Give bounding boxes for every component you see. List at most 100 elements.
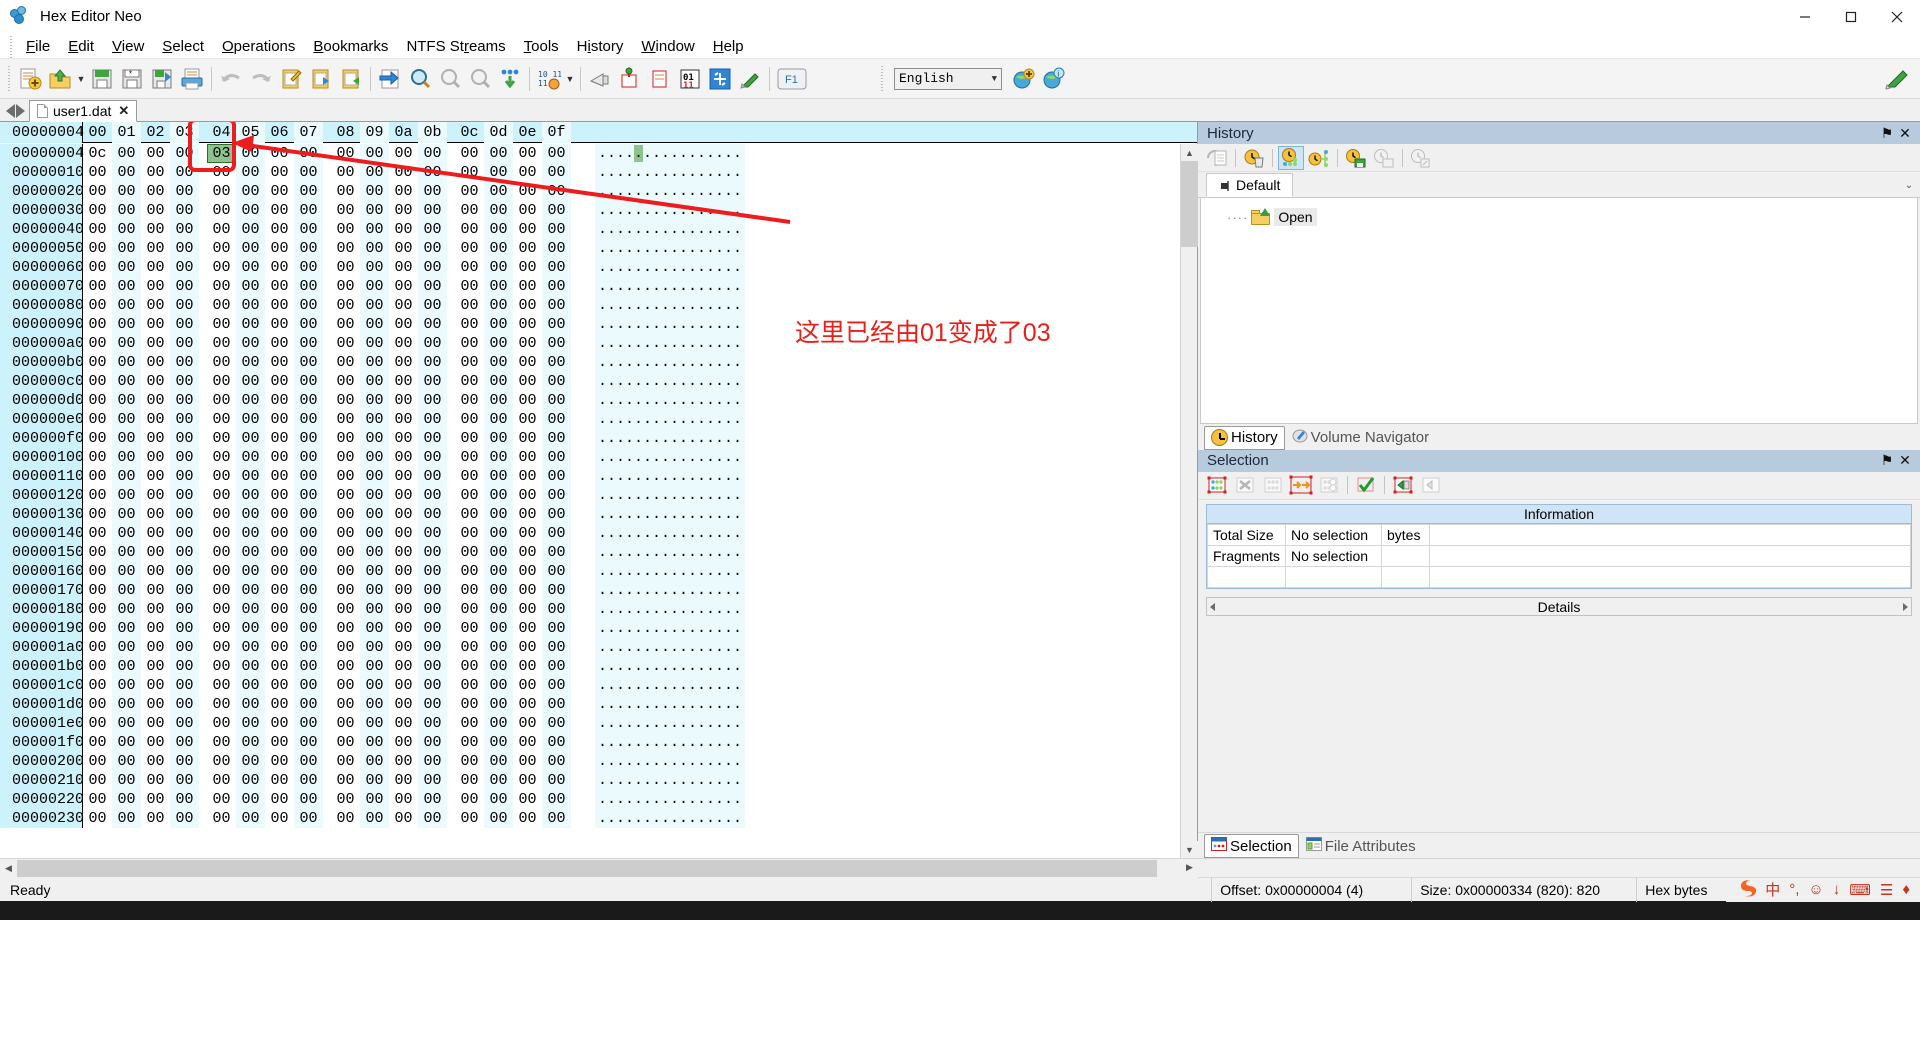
ascii-char[interactable]: .	[697, 601, 706, 618]
hex-row[interactable]: 00000010 00 00 00 00 00 00 00 00 00 00 00 00 00 00 00 00…	[0, 163, 1197, 182]
hex-byte-cell[interactable]: 00	[83, 676, 112, 695]
hex-byte-cell[interactable]: 00	[513, 809, 542, 828]
ascii-char[interactable]: .	[634, 221, 643, 238]
ascii-char[interactable]: .	[733, 525, 742, 542]
ascii-char[interactable]: .	[634, 772, 643, 789]
ascii-char[interactable]: .	[706, 164, 715, 181]
ascii-char[interactable]: .	[733, 772, 742, 789]
globe-info-icon[interactable]: i	[1038, 63, 1068, 95]
history-branch-icon[interactable]	[1306, 146, 1332, 170]
ascii-char[interactable]: .	[634, 183, 643, 200]
ascii-char[interactable]: .	[706, 506, 715, 523]
hex-byte-cell[interactable]: 00	[455, 448, 484, 467]
ascii-char[interactable]: .	[616, 221, 625, 238]
ascii-char[interactable]: .	[715, 791, 724, 808]
hex-byte-cell[interactable]: 00	[236, 448, 265, 467]
hex-byte-cell[interactable]: 00	[542, 220, 571, 239]
ascii-char[interactable]: .	[733, 411, 742, 428]
ascii-char[interactable]: .	[607, 183, 616, 200]
hex-byte-cell[interactable]: 00	[207, 809, 236, 828]
ascii-char[interactable]: .	[607, 202, 616, 219]
ascii-char[interactable]: .	[598, 411, 607, 428]
ascii-char[interactable]: .	[733, 658, 742, 675]
ascii-char[interactable]: .	[616, 373, 625, 390]
hex-byte-cell[interactable]: 00	[418, 809, 447, 828]
hex-byte-cell[interactable]: 00	[542, 695, 571, 714]
ascii-char[interactable]: .	[661, 696, 670, 713]
ascii-row[interactable]: ................	[595, 144, 745, 163]
hex-byte-cell[interactable]: 00	[484, 201, 513, 220]
hex-byte-cell[interactable]: 00	[141, 296, 170, 315]
ascii-char[interactable]: .	[607, 563, 616, 580]
hex-byte-cell[interactable]: 00	[331, 239, 360, 258]
hex-byte-cell[interactable]: 00	[236, 790, 265, 809]
hex-byte-cell[interactable]: 00	[83, 771, 112, 790]
hex-byte-cell[interactable]: 00	[294, 562, 323, 581]
ascii-char[interactable]: .	[643, 183, 652, 200]
hex-byte-cell[interactable]: 00	[207, 771, 236, 790]
hex-byte-cell[interactable]: 00	[418, 334, 447, 353]
hex-byte-cell[interactable]: 00	[484, 581, 513, 600]
hex-byte-cell[interactable]: 00	[484, 524, 513, 543]
ascii-char[interactable]: .	[670, 601, 679, 618]
ascii-char[interactable]: .	[652, 240, 661, 257]
ascii-char[interactable]: .	[679, 639, 688, 656]
hex-byte-cell[interactable]: 00	[141, 410, 170, 429]
ascii-char[interactable]: .	[625, 240, 634, 257]
menu-view[interactable]: View	[103, 36, 153, 57]
ascii-row[interactable]: ................	[595, 220, 745, 239]
hex-byte-cell[interactable]: 00	[83, 353, 112, 372]
hex-byte-cell[interactable]: 00	[389, 144, 418, 163]
ascii-char[interactable]: .	[670, 715, 679, 732]
ascii-char[interactable]: .	[607, 506, 616, 523]
ascii-row[interactable]: ................	[595, 676, 745, 695]
ascii-char[interactable]: .	[652, 373, 661, 390]
ascii-char[interactable]: .	[661, 582, 670, 599]
ascii-char[interactable]: .	[670, 544, 679, 561]
hex-byte-cell[interactable]: 00	[265, 429, 294, 448]
hex-row[interactable]: 00000120 00 00 00 00 00 00 00 00 00 00 00 00 00 00 00 00…	[0, 486, 1197, 505]
pin-icon[interactable]: ⚑	[1878, 452, 1896, 470]
ascii-char[interactable]: .	[724, 563, 733, 580]
hex-byte-cell[interactable]: 00	[360, 771, 389, 790]
ascii-char[interactable]: .	[670, 297, 679, 314]
ascii-char[interactable]: .	[733, 183, 742, 200]
ascii-char[interactable]: .	[625, 373, 634, 390]
hex-row[interactable]: 00000220 00 00 00 00 00 00 00 00 00 00 00 00 00 00 00 00…	[0, 790, 1197, 809]
hex-byte-cell[interactable]: 00	[265, 239, 294, 258]
ascii-char[interactable]: .	[625, 297, 634, 314]
hex-byte-cell[interactable]: 00	[294, 638, 323, 657]
ascii-char[interactable]: .	[697, 164, 706, 181]
ascii-char[interactable]: .	[616, 772, 625, 789]
hex-byte-cell[interactable]: 00	[141, 771, 170, 790]
hex-byte-cell[interactable]: 00	[236, 372, 265, 391]
hex-byte-cell[interactable]: 00	[360, 144, 389, 163]
ascii-char[interactable]: .	[679, 354, 688, 371]
ascii-char[interactable]: .	[643, 240, 652, 257]
ascii-char[interactable]: .	[598, 392, 607, 409]
ascii-char[interactable]: .	[724, 411, 733, 428]
dock-tab-volume-navigator[interactable]: Volume Navigator	[1285, 426, 1436, 450]
hex-byte-cell[interactable]: 00	[83, 410, 112, 429]
ascii-char[interactable]: .	[670, 734, 679, 751]
ascii-char[interactable]: .	[607, 221, 616, 238]
hex-byte-cell[interactable]: 00	[542, 809, 571, 828]
hex-byte-cell[interactable]: 00	[389, 543, 418, 562]
ascii-char[interactable]: .	[607, 468, 616, 485]
ascii-char[interactable]: .	[679, 791, 688, 808]
ascii-char[interactable]: .	[697, 392, 706, 409]
hex-byte-cell[interactable]: 00	[389, 163, 418, 182]
hex-byte-cell[interactable]: 00	[83, 315, 112, 334]
ascii-char[interactable]: .	[670, 278, 679, 295]
ascii-char[interactable]: .	[679, 373, 688, 390]
hex-byte-cell[interactable]: 00	[170, 486, 199, 505]
hex-byte-cell[interactable]: 00	[455, 410, 484, 429]
ascii-char[interactable]: .	[643, 164, 652, 181]
ascii-char[interactable]: .	[598, 791, 607, 808]
ascii-char[interactable]: .	[625, 715, 634, 732]
hex-byte-cell[interactable]: 00	[331, 334, 360, 353]
ascii-char[interactable]: .	[724, 183, 733, 200]
hex-byte-cell[interactable]: 00	[418, 448, 447, 467]
ascii-char[interactable]: .	[634, 202, 643, 219]
hex-byte-cell[interactable]: 00	[141, 353, 170, 372]
